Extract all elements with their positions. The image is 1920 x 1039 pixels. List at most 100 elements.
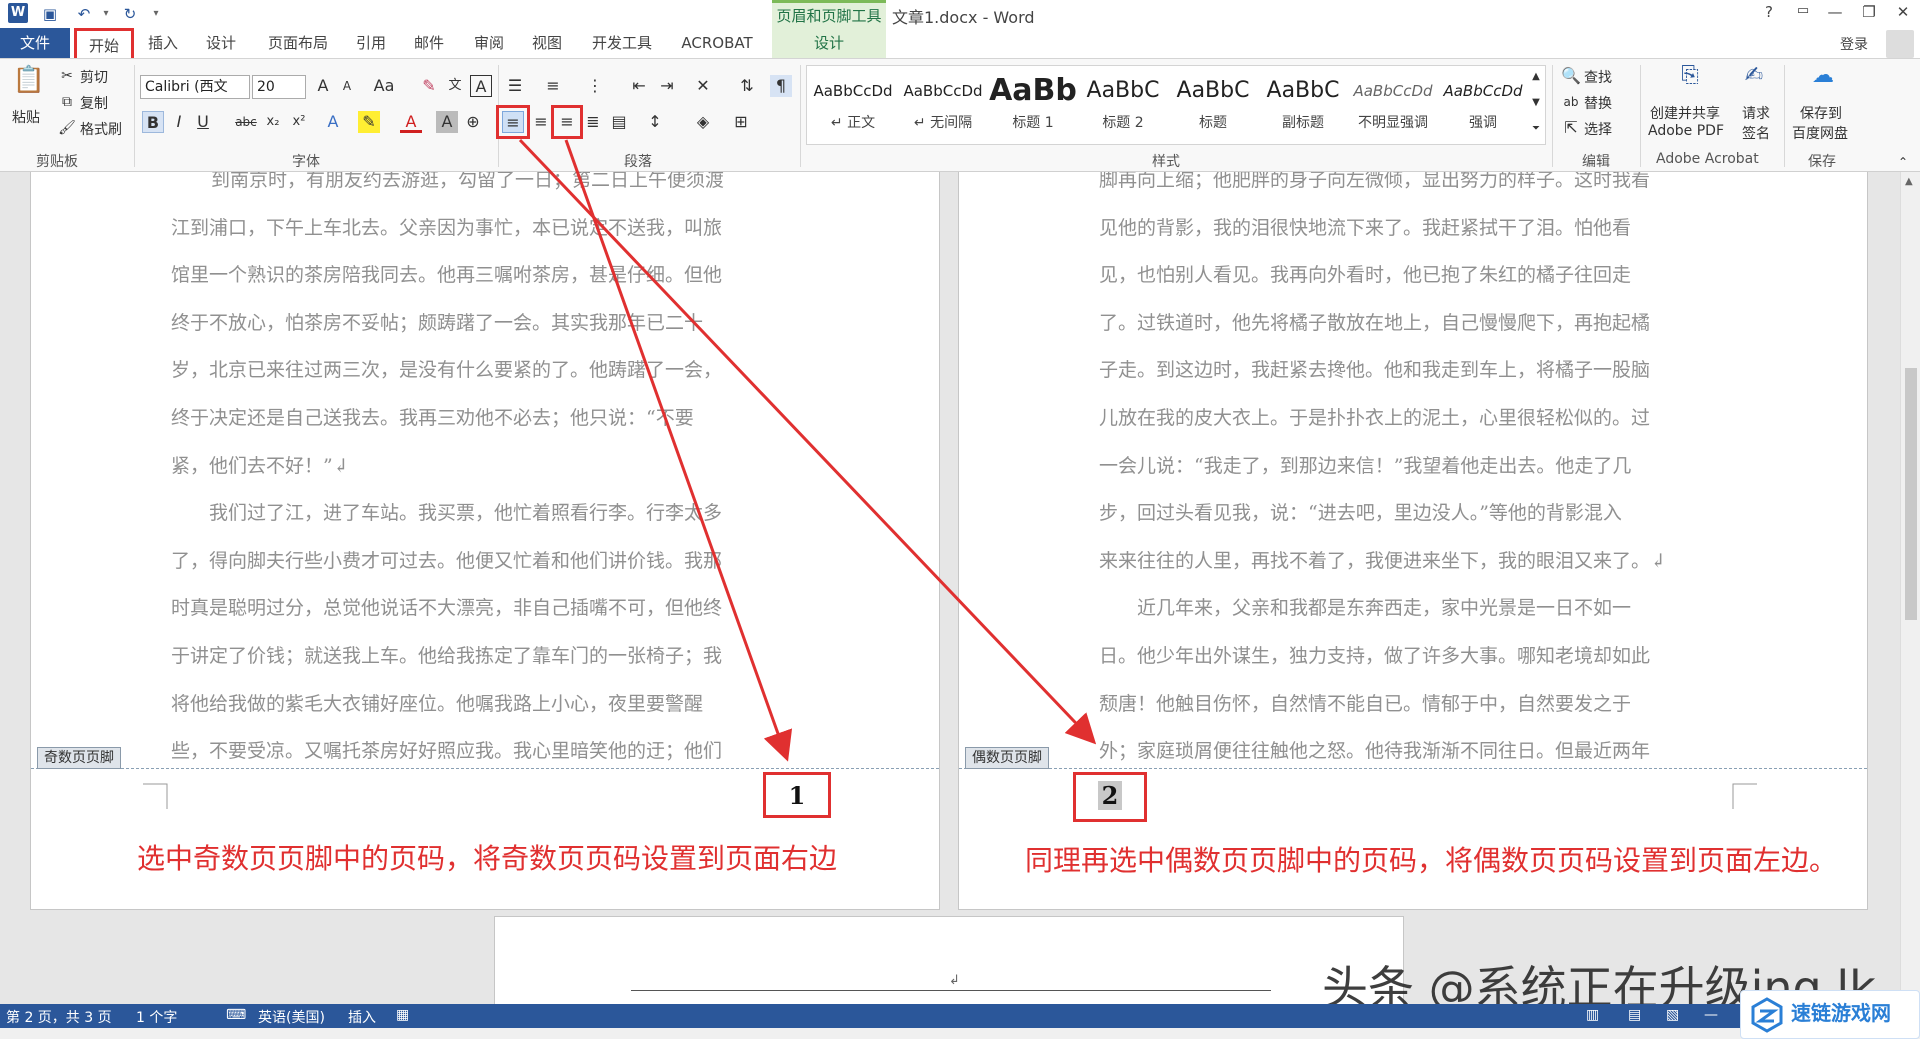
align-center-icon[interactable]: ≡ — [530, 111, 552, 133]
borders-icon[interactable]: ⊞ — [730, 111, 752, 133]
shading-icon[interactable]: ◈ — [692, 111, 714, 133]
vertical-scrollbar[interactable]: ▲ — [1900, 172, 1920, 1004]
justify-icon[interactable]: ≣ — [582, 111, 604, 133]
ribbon-display-icon[interactable]: ▭ — [1790, 3, 1816, 18]
cut-icon[interactable]: ✂ — [56, 65, 78, 87]
create-pdf-icon[interactable]: ⎘ — [1676, 65, 1704, 93]
tab-insert[interactable]: 插入 — [140, 28, 186, 58]
superscript-icon[interactable]: x² — [288, 111, 310, 133]
multilevel-list-icon[interactable]: ⋮ — [584, 75, 606, 97]
select-icon[interactable]: ⇱ — [1560, 117, 1582, 139]
find-button[interactable]: 查找 — [1584, 67, 1612, 87]
styles-scroll-down-icon[interactable]: ▼ — [1525, 92, 1547, 114]
word-logo-icon[interactable]: W — [8, 3, 28, 23]
character-border-icon[interactable]: A — [470, 75, 492, 97]
enclose-characters-icon[interactable]: ⊕ — [462, 111, 484, 133]
zoom-out-button[interactable]: — — [1704, 1007, 1718, 1023]
tab-developer[interactable]: 开发工具 — [584, 28, 660, 58]
print-layout-icon[interactable]: ▤ — [1628, 1007, 1641, 1023]
find-icon[interactable]: 🔍 — [1560, 65, 1582, 87]
create-share-pdf-line2[interactable]: Adobe PDF — [1648, 123, 1724, 139]
undo-icon[interactable]: ↶ — [74, 4, 94, 24]
replace-button[interactable]: 替换 — [1584, 93, 1612, 113]
sort-icon[interactable]: ⇅ — [736, 75, 758, 97]
distributed-icon[interactable]: ▤ — [608, 111, 630, 133]
select-button[interactable]: 选择 — [1584, 119, 1612, 139]
font-color-icon[interactable]: A — [400, 111, 422, 133]
phonetic-guide-icon[interactable]: 文 — [444, 75, 466, 97]
tab-acrobat[interactable]: ACROBAT — [672, 28, 762, 58]
line-spacing-icon[interactable]: ↕ — [644, 111, 666, 133]
tab-home[interactable]: 开始 — [74, 28, 134, 58]
read-mode-icon[interactable]: ▥ — [1586, 1007, 1599, 1023]
status-page[interactable]: 第 2 页，共 3 页 — [6, 1007, 112, 1027]
increase-indent-icon[interactable]: ⇥ — [656, 75, 678, 97]
request-signature-line1[interactable]: 请求 — [1742, 103, 1770, 123]
status-words[interactable]: 1 个字 — [136, 1007, 177, 1027]
save-to-baidu-line2[interactable]: 百度网盘 — [1792, 123, 1848, 143]
request-signature-line2[interactable]: 签名 — [1742, 123, 1770, 143]
copy-icon[interactable]: ⧉ — [56, 91, 78, 113]
close-button[interactable]: ✕ — [1890, 3, 1916, 21]
bullets-icon[interactable]: ☰ — [504, 75, 526, 97]
redo-icon[interactable]: ↻ — [120, 4, 140, 24]
style-subtitle[interactable]: AaBbC 副标题 — [1259, 70, 1347, 142]
format-painter-button[interactable]: 格式刷 — [80, 119, 122, 139]
change-case-icon[interactable]: Aa — [370, 75, 398, 97]
save-icon[interactable]: ▣ — [40, 4, 60, 24]
clear-format-icon[interactable]: ✎ — [418, 75, 440, 97]
cut-button[interactable]: 剪切 — [80, 67, 108, 87]
help-button[interactable]: ? — [1756, 3, 1782, 21]
paste-icon[interactable]: 📋 — [12, 67, 46, 103]
macro-record-icon[interactable]: ▦ — [396, 1007, 409, 1023]
undo-dropdown-icon[interactable]: ▾ — [96, 4, 116, 24]
font-size-box[interactable]: 20 — [252, 75, 306, 99]
bold-icon[interactable]: B — [142, 111, 164, 133]
shrink-font-icon[interactable]: A — [336, 75, 358, 97]
style-heading-1[interactable]: AaBb 标题 1 — [989, 70, 1077, 142]
tab-review[interactable]: 审阅 — [466, 28, 512, 58]
font-name-box[interactable]: Calibri (西文 — [140, 75, 250, 99]
page1-text[interactable]: 到南京时，有朋友约去游逛，勾留了一日；第二日上午便须渡 江到浦口，下午上车北去。… — [171, 172, 724, 776]
create-share-pdf-line1[interactable]: 创建并共享 — [1650, 103, 1720, 123]
scrollbar-thumb[interactable] — [1905, 368, 1917, 620]
format-painter-icon[interactable]: 🖌 — [56, 117, 78, 139]
style-normal[interactable]: AaBbCcDd ↵ 正文 — [809, 70, 897, 142]
underline-icon[interactable]: U — [192, 111, 214, 133]
style-emphasis[interactable]: AaBbCcDd 强调 — [1439, 70, 1527, 142]
minimize-button[interactable]: — — [1822, 3, 1848, 21]
chinese-layout-icon[interactable]: ✕ — [692, 75, 714, 97]
text-effects-icon[interactable]: A — [322, 111, 344, 133]
odd-page-number[interactable]: 1 — [763, 772, 831, 818]
tab-mailings[interactable]: 邮件 — [406, 28, 452, 58]
paste-button[interactable]: 粘贴 — [12, 107, 40, 127]
show-marks-icon[interactable]: ¶ — [770, 75, 792, 97]
collapse-ribbon-icon[interactable]: ⌃ — [1892, 151, 1914, 173]
character-shading-icon[interactable]: A — [436, 111, 458, 133]
style-subtle-emphasis[interactable]: AaBbCcDd 不明显强调 — [1349, 70, 1437, 142]
style-heading-2[interactable]: AaBbC 标题 2 — [1079, 70, 1167, 142]
numbering-icon[interactable]: ≡ — [542, 75, 564, 97]
tab-view[interactable]: 视图 — [524, 28, 570, 58]
maximize-button[interactable]: ❐ — [1856, 3, 1882, 21]
style-title[interactable]: AaBbC 标题 — [1169, 70, 1257, 142]
tab-references[interactable]: 引用 — [348, 28, 394, 58]
save-to-baidu-line1[interactable]: 保存到 — [1800, 103, 1842, 123]
grow-font-icon[interactable]: A — [312, 75, 334, 97]
italic-icon[interactable]: I — [168, 111, 190, 133]
customize-qat-icon[interactable]: ▾ — [146, 4, 166, 24]
avatar[interactable] — [1886, 30, 1914, 58]
status-language[interactable]: 英语(美国) — [258, 1007, 325, 1027]
tab-file[interactable]: 文件 — [0, 28, 70, 58]
login-link[interactable]: 登录 — [1840, 34, 1868, 54]
copy-button[interactable]: 复制 — [80, 93, 108, 113]
status-mode[interactable]: 插入 — [348, 1007, 376, 1027]
highlight-icon[interactable]: ✎ — [358, 111, 380, 133]
request-signature-icon[interactable]: ✍ — [1740, 65, 1768, 93]
strikethrough-icon[interactable]: abc — [232, 111, 260, 133]
tab-layout[interactable]: 页面布局 — [260, 28, 336, 58]
tab-design[interactable]: 设计 — [198, 28, 244, 58]
even-page-number[interactable]: 2 — [1073, 772, 1147, 822]
decrease-indent-icon[interactable]: ⇤ — [628, 75, 650, 97]
styles-more-icon[interactable]: ⏷ — [1525, 118, 1547, 140]
